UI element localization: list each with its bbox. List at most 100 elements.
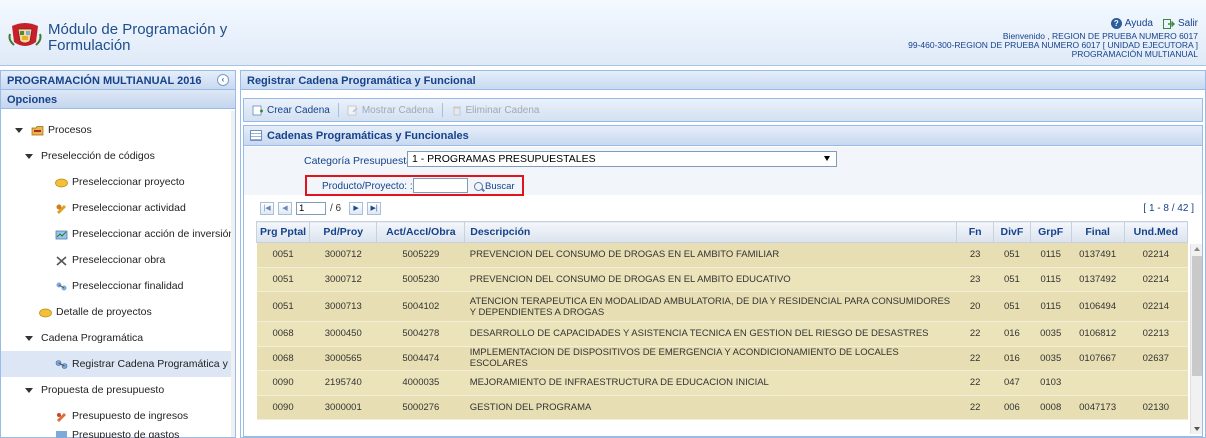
tree-item-procesos[interactable]: Procesos xyxy=(1,117,235,143)
help-label: Ayuda xyxy=(1124,18,1153,29)
finality-icon xyxy=(56,282,67,290)
create-chain-label: Crear Cadena xyxy=(267,104,330,116)
first-page-button[interactable]: |◀ xyxy=(260,201,274,215)
search-icon xyxy=(474,182,483,191)
app-title: Módulo de Programación y Formulación xyxy=(48,22,248,54)
column-header[interactable]: Und.Med xyxy=(1123,221,1189,243)
column-header[interactable]: Descripción xyxy=(464,221,958,243)
table-row[interactable]: 0068 3000565 5004474 IMPLEMENTACION DE D… xyxy=(256,346,1188,371)
product-input[interactable] xyxy=(413,178,468,193)
table-cell: DESARROLLO DE CAPACIDADES Y ASISTENCIA T… xyxy=(464,321,957,347)
table-scrollbar[interactable] xyxy=(1190,244,1202,434)
table-cell: 0090 xyxy=(256,395,310,420)
project-icon xyxy=(39,308,52,317)
table-cell: 0068 xyxy=(256,321,310,347)
column-header[interactable]: Final xyxy=(1070,221,1125,243)
delete-chain-label: Eliminar Cadena xyxy=(465,104,540,116)
table-cell: 5000276 xyxy=(376,395,465,420)
table-cell: 02130 xyxy=(1124,395,1188,420)
page-input[interactable] xyxy=(296,201,326,215)
collapse-left-icon[interactable]: ‹ xyxy=(217,74,229,86)
table-cell: 0115 xyxy=(1030,242,1072,268)
table-row[interactable]: 0051 3000713 5004102 ATENCION TERAPEUTIC… xyxy=(256,291,1188,322)
coat-of-arms-logo xyxy=(8,23,42,46)
show-chain-button[interactable]: Mostrar Cadena xyxy=(343,105,438,116)
table-cell: 0106494 xyxy=(1071,291,1125,322)
table-cell: 0115 xyxy=(1030,291,1072,322)
tree-item-preseleccionar-actividad[interactable]: Preseleccionar actividad xyxy=(1,195,235,221)
show-icon xyxy=(347,105,358,115)
column-header[interactable]: Prg Pptal xyxy=(255,221,311,243)
category-select[interactable]: 1 - PROGRAMAS PRESUPUESTALES xyxy=(407,151,837,167)
page-range: [ 1 - 8 / 42 ] xyxy=(1143,203,1194,214)
tree-item-label: Preselección de códigos xyxy=(41,150,155,162)
folder-icon xyxy=(31,125,44,135)
header-links: ? Ayuda Salir xyxy=(1110,18,1198,29)
table-cell: 0035 xyxy=(1030,321,1072,347)
table-cell: 02214 xyxy=(1124,291,1188,322)
expand-arrow-icon[interactable] xyxy=(25,387,33,393)
expand-arrow-icon[interactable] xyxy=(25,335,33,341)
tree-item-detalle-proyectos[interactable]: Detalle de proyectos xyxy=(1,299,235,325)
scroll-up-icon[interactable] xyxy=(1194,247,1200,251)
column-header[interactable]: Pd/Proy xyxy=(309,221,378,243)
table-row[interactable]: 0090 3000001 5000276 GESTION DEL PROGRAM… xyxy=(256,395,1188,420)
column-header[interactable]: Fn xyxy=(956,221,995,243)
tree-item-presupuesto-gastos[interactable]: Presupuesto de gastos xyxy=(1,429,235,438)
table-cell: 22 xyxy=(956,370,994,396)
column-header[interactable]: Act/AccI/Obra xyxy=(376,221,466,243)
column-header[interactable]: DivF xyxy=(993,221,1031,243)
table-cell: 051 xyxy=(993,267,1031,292)
prev-page-button[interactable]: ◀ xyxy=(278,201,292,215)
table-cell: GESTION DEL PROGRAMA xyxy=(464,395,957,420)
last-page-button[interactable]: ▶| xyxy=(367,201,382,215)
table-row[interactable]: 0090 2195740 4000035 MEJORAMIENTO DE INF… xyxy=(256,370,1188,396)
expand-arrow-icon[interactable] xyxy=(25,153,33,159)
table-cell: 3000001 xyxy=(309,395,377,420)
column-header[interactable]: GrpF xyxy=(1029,221,1072,243)
tree-item-preseleccionar-proyecto[interactable]: Preseleccionar proyecto xyxy=(1,169,235,195)
tree-item-preseleccionar-obra[interactable]: Preseleccionar obra xyxy=(1,247,235,273)
grid-panel: Cadenas Programáticas y Funcionales Cate… xyxy=(243,125,1203,437)
next-page-button[interactable]: ▶ xyxy=(349,201,364,215)
table-cell: ATENCION TERAPEUTICA EN MODALIDAD AMBULA… xyxy=(464,291,957,322)
create-chain-button[interactable]: Crear Cadena xyxy=(248,105,334,116)
delete-chain-button[interactable]: Eliminar Cadena xyxy=(447,105,544,116)
table-cell: PREVENCION DEL CONSUMO DE DROGAS EN EL A… xyxy=(464,242,957,268)
table-cell: 22 xyxy=(956,395,994,420)
table-cell: 051 xyxy=(993,291,1031,322)
app-title-line2: Formulación xyxy=(48,37,131,54)
table-cell: 20 xyxy=(956,291,994,322)
table-row[interactable]: 0051 3000712 5005229 PREVENCION DEL CONS… xyxy=(256,242,1188,268)
table-row[interactable]: 0051 3000712 5005230 PREVENCION DEL CONS… xyxy=(256,267,1188,292)
tree-item-preseleccion[interactable]: Preselección de códigos xyxy=(1,143,235,169)
product-label: Producto/Proyecto: : xyxy=(322,181,413,192)
scroll-down-icon[interactable] xyxy=(1194,427,1200,431)
exit-link[interactable]: Salir xyxy=(1162,18,1198,29)
toolbar-separator xyxy=(441,103,443,117)
scrollbar-thumb[interactable] xyxy=(1192,256,1202,376)
grid-icon xyxy=(250,130,262,141)
user-info: Bienvenido , REGION DE PRUEBA NUMERO 601… xyxy=(908,32,1198,59)
search-button[interactable]: Buscar xyxy=(474,181,515,192)
help-link[interactable]: ? Ayuda xyxy=(1110,18,1153,29)
expand-arrow-icon[interactable] xyxy=(15,127,23,133)
investment-icon xyxy=(55,230,68,239)
table-cell: 5005229 xyxy=(376,242,465,268)
table-cell: 02214 xyxy=(1124,242,1188,268)
tree-item-preseleccionar-finalidad[interactable]: Preseleccionar finalidad xyxy=(1,273,235,299)
activity-icon xyxy=(56,204,66,214)
tree-item-cadena-programatica[interactable]: Cadena Programática xyxy=(1,325,235,351)
tree-item-preseleccionar-accion[interactable]: Preseleccionar acción de inversión xyxy=(1,221,235,247)
exit-label: Salir xyxy=(1177,18,1198,29)
table-cell: 016 xyxy=(993,346,1031,371)
tree-item-label: Registrar Cadena Programática y Fu xyxy=(72,358,235,370)
table-row[interactable]: 0068 3000450 5004278 DESARROLLO DE CAPAC… xyxy=(256,321,1188,347)
left-panel-scrollbar[interactable] xyxy=(231,111,235,437)
table-cell: 016 xyxy=(993,321,1031,347)
tree-item-presupuesto-ingresos[interactable]: Presupuesto de ingresos xyxy=(1,403,235,429)
tree-item-registrar-cadena[interactable]: Registrar Cadena Programática y Fu xyxy=(1,351,235,377)
table-cell: 02213 xyxy=(1124,321,1188,347)
tree-item-propuesta[interactable]: Propuesta de presupuesto xyxy=(1,377,235,403)
trash-icon xyxy=(452,106,461,115)
